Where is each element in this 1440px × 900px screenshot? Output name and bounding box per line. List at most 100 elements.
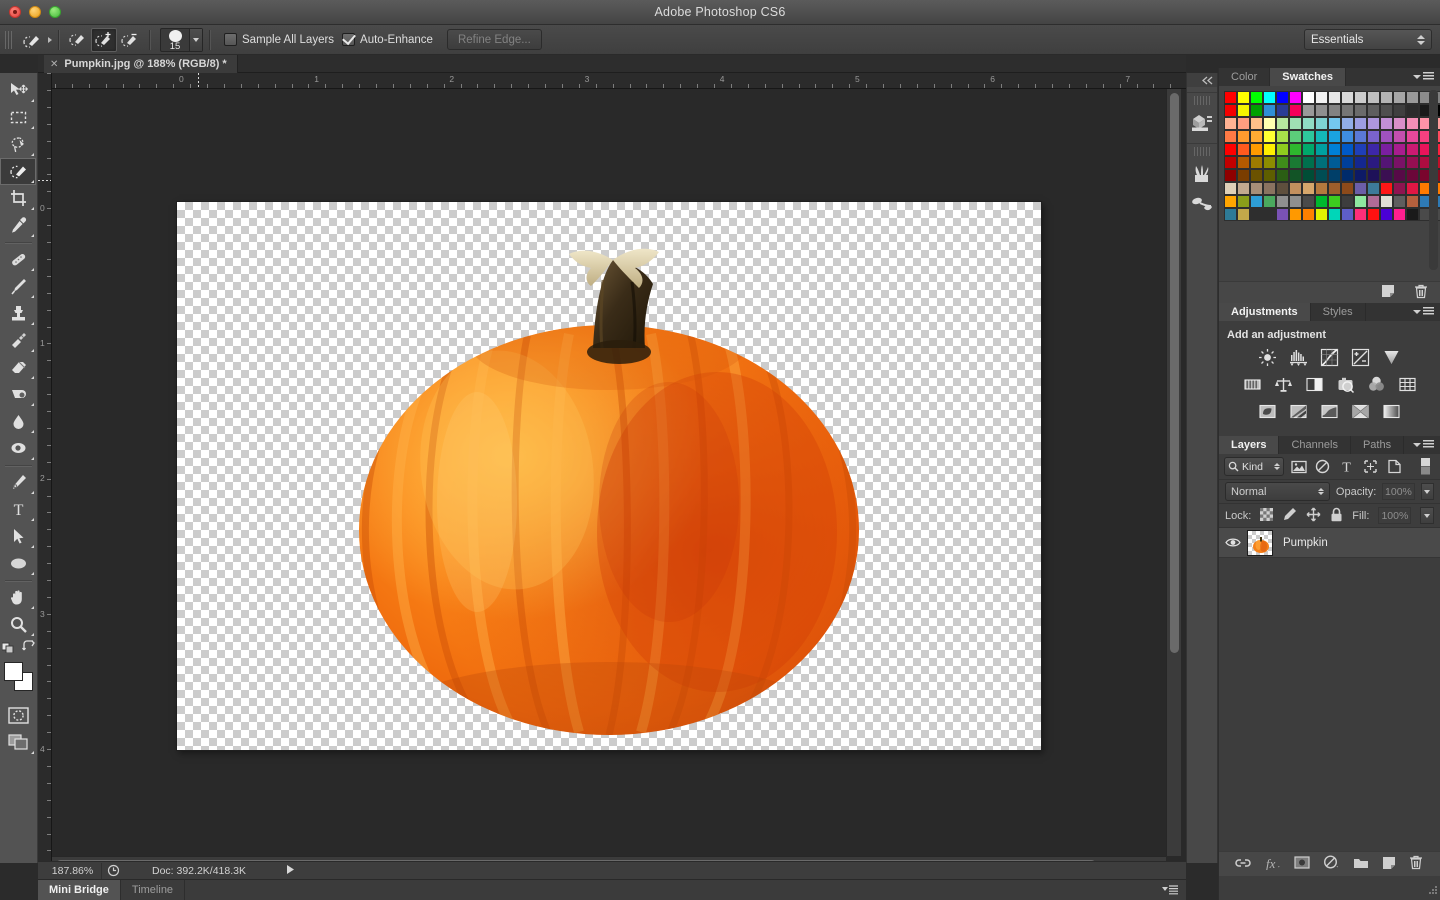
color-swatch[interactable] [1250,208,1263,221]
opacity-caret[interactable] [1420,483,1434,500]
swap-colors-icon[interactable] [21,639,36,653]
exposure-icon[interactable] [1350,347,1372,367]
tab-color[interactable]: Color [1219,68,1271,86]
color-swatch[interactable] [1315,143,1328,156]
color-swatch[interactable] [1406,104,1419,117]
tool-preset-caret-icon[interactable] [48,36,52,43]
color-swatch[interactable] [1289,195,1302,208]
color-swatch[interactable] [1224,182,1237,195]
add-layer-style-icon[interactable]: fx [1264,856,1281,873]
color-swatch[interactable] [1367,130,1380,143]
vertical-ruler[interactable]: 0 1 2 3 4 [38,73,52,863]
selective-color-icon[interactable] [1381,401,1403,421]
refine-edge-button[interactable]: Refine Edge... [446,29,542,50]
color-swatch[interactable] [1393,117,1406,130]
color-swatch[interactable] [1380,143,1393,156]
move-tool[interactable] [0,77,36,104]
color-swatch[interactable] [1328,104,1341,117]
color-swatch[interactable] [1354,143,1367,156]
vertical-scroll-thumb[interactable] [1170,93,1179,653]
fill-value[interactable]: 100% [1378,507,1412,524]
table-row[interactable]: Pumpkin [1219,528,1440,558]
color-swatch[interactable] [1263,91,1276,104]
vibrance-icon[interactable] [1381,347,1403,367]
channel-mixer-icon[interactable] [1365,374,1387,394]
foreground-background-color[interactable] [0,658,36,694]
color-swatch[interactable] [1224,156,1237,169]
color-swatch[interactable] [1354,208,1367,221]
color-swatch[interactable] [1263,143,1276,156]
tool-presets-icon[interactable] [1187,189,1217,219]
black-white-icon[interactable] [1303,374,1325,394]
color-swatch[interactable] [1263,117,1276,130]
color-swatch[interactable] [1250,104,1263,117]
color-swatch[interactable] [1289,104,1302,117]
mini-bridge-icon[interactable] [1187,108,1217,138]
panel-resize-grip[interactable] [1427,885,1438,899]
color-swatch[interactable] [1393,104,1406,117]
color-swatch[interactable] [1406,143,1419,156]
tab-paths[interactable]: Paths [1351,436,1405,454]
ellipse-tool[interactable] [0,550,36,577]
color-swatch[interactable] [1328,156,1341,169]
posterize-icon[interactable] [1288,401,1310,421]
dodge-tool[interactable] [0,435,36,462]
color-swatch[interactable] [1367,156,1380,169]
color-swatch[interactable] [1380,91,1393,104]
timing-icon[interactable] [102,864,124,877]
quick-selection-tool[interactable] [0,158,36,185]
brush-size-picker[interactable]: 15 [160,27,203,52]
color-swatch[interactable] [1380,156,1393,169]
color-swatch[interactable] [1354,169,1367,182]
status-menu-arrow-icon[interactable] [286,864,295,878]
color-swatch[interactable] [1341,182,1354,195]
sample-all-layers-group[interactable]: Sample All Layers [224,33,334,46]
workspace-selector[interactable]: Essentials [1304,29,1432,50]
color-swatch[interactable] [1224,143,1237,156]
color-swatch[interactable] [1341,91,1354,104]
photo-filter-icon[interactable] [1334,374,1356,394]
filter-pixel-icon[interactable] [1289,457,1308,476]
canvas-area[interactable] [52,89,1186,863]
layer-name[interactable]: Pumpkin [1283,537,1328,549]
horizontal-ruler[interactable]: 0 1 2 3 4 5 6 7 [38,73,1186,89]
new-group-icon[interactable] [1353,856,1369,872]
color-swatch[interactable] [1367,195,1380,208]
color-swatch[interactable] [1289,91,1302,104]
tab-swatches[interactable]: Swatches [1270,68,1347,86]
new-layer-icon[interactable] [1382,856,1397,873]
spot-healing-brush-tool[interactable] [0,246,36,273]
delete-swatch-icon[interactable] [1414,284,1428,302]
lasso-tool[interactable] [0,131,36,158]
color-swatch[interactable] [1263,208,1276,221]
color-swatch[interactable] [1250,143,1263,156]
layer-filter-kind-select[interactable]: Kind [1224,457,1284,476]
change-screen-mode[interactable] [0,729,36,756]
color-swatch[interactable] [1406,182,1419,195]
color-swatch[interactable] [1263,130,1276,143]
color-swatch[interactable] [1289,182,1302,195]
color-swatch[interactable] [1341,130,1354,143]
color-swatch[interactable] [1367,169,1380,182]
color-swatch[interactable] [1289,169,1302,182]
color-swatch[interactable] [1406,208,1419,221]
color-swatch[interactable] [1315,117,1328,130]
color-swatch[interactable] [1341,169,1354,182]
brightness-contrast-icon[interactable] [1257,347,1279,367]
eraser-tool[interactable] [0,354,36,381]
color-swatch[interactable] [1250,156,1263,169]
color-swatch[interactable] [1276,91,1289,104]
color-swatch[interactable] [1367,182,1380,195]
color-swatch[interactable] [1276,169,1289,182]
blend-mode-select[interactable]: Normal [1225,482,1330,501]
color-swatch[interactable] [1224,104,1237,117]
color-swatch[interactable] [1237,182,1250,195]
clone-stamp-tool[interactable] [0,300,36,327]
color-swatch[interactable] [1380,169,1393,182]
color-swatch[interactable] [1354,130,1367,143]
color-swatch[interactable] [1341,156,1354,169]
color-swatch[interactable] [1354,104,1367,117]
gradient-map-icon[interactable] [1350,401,1372,421]
color-swatch[interactable] [1380,117,1393,130]
color-swatch[interactable] [1276,104,1289,117]
